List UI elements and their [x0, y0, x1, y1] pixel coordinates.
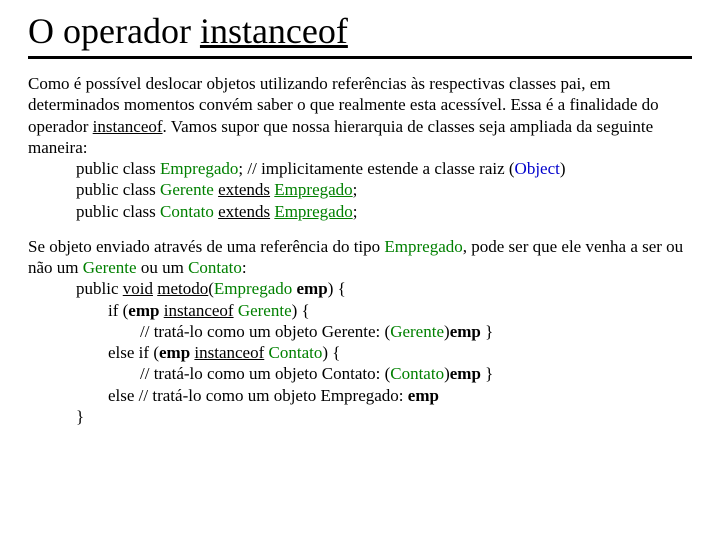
slide-title: O operador instanceof	[28, 10, 692, 59]
class-name: Empregado	[274, 180, 352, 199]
text: }	[481, 364, 493, 383]
text: ) {	[328, 279, 346, 298]
code-line-2: public class Gerente extends Empregado;	[28, 179, 692, 200]
method-line-6: else // tratá-lo como um objeto Empregad…	[28, 385, 692, 406]
class-name: Gerente	[390, 322, 444, 341]
var-emp: emp	[450, 322, 481, 341]
text: public class	[76, 202, 160, 221]
text: else if (	[108, 343, 159, 362]
text: ) {	[292, 301, 310, 320]
var-emp: emp	[297, 279, 328, 298]
slide: O operador instanceof Como é possível de…	[0, 0, 720, 427]
class-name: Gerente	[83, 258, 137, 277]
keyword-instanceof: instanceof	[164, 301, 234, 320]
class-name: Gerente	[160, 180, 214, 199]
class-name: Empregado	[214, 279, 292, 298]
keyword-extends: extends	[218, 202, 270, 221]
method-line-2: if (emp instanceof Gerente) {	[28, 300, 692, 321]
method-name: metodo	[157, 279, 208, 298]
text: ou um	[137, 258, 188, 277]
var-emp: emp	[408, 386, 439, 405]
text: ; // implicitamente estende a classe rai…	[238, 159, 514, 178]
text: ) {	[322, 343, 340, 362]
keyword-extends: extends	[218, 180, 270, 199]
text: if (	[108, 301, 128, 320]
var-emp: emp	[128, 301, 159, 320]
keyword-instanceof: instanceof	[93, 117, 163, 136]
text: :	[242, 258, 247, 277]
paragraph-2: Se objeto enviado através de uma referên…	[28, 236, 692, 279]
class-name: Contato	[269, 343, 323, 362]
keyword-instanceof: instanceof	[194, 343, 264, 362]
class-name: Contato	[160, 202, 214, 221]
class-name: Empregado	[274, 202, 352, 221]
class-name: Empregado	[160, 159, 238, 178]
text: // tratá-lo como um objeto Contato: (	[140, 364, 390, 383]
code-line-3: public class Contato extends Empregado;	[28, 201, 692, 222]
spacer	[28, 222, 692, 236]
text: public	[76, 279, 123, 298]
class-name: Empregado	[384, 237, 462, 256]
method-line-5: // tratá-lo como um objeto Contato: (Con…	[28, 363, 692, 384]
var-emp: emp	[159, 343, 190, 362]
method-line-3: // tratá-lo como um objeto Gerente: (Ger…	[28, 321, 692, 342]
text: )	[560, 159, 566, 178]
var-emp: emp	[450, 364, 481, 383]
slide-body: Como é possível deslocar objetos utiliza…	[28, 73, 692, 427]
code-line-1: public class Empregado; // implicitament…	[28, 158, 692, 179]
method-line-7: }	[28, 406, 692, 427]
text: Se objeto enviado através de uma referên…	[28, 237, 384, 256]
method-line-4: else if (emp instanceof Contato) {	[28, 342, 692, 363]
text: }	[481, 322, 493, 341]
text: // tratá-lo como um objeto Gerente: (	[140, 322, 390, 341]
method-line-1: public void metodo(Empregado emp) {	[28, 278, 692, 299]
keyword-void: void	[123, 279, 153, 298]
class-object: Object	[515, 159, 560, 178]
title-keyword: instanceof	[200, 11, 348, 51]
class-name: Contato	[188, 258, 242, 277]
text: else // tratá-lo como um objeto Empregad…	[108, 386, 408, 405]
text: public class	[76, 159, 160, 178]
text: ;	[353, 202, 358, 221]
class-name: Gerente	[238, 301, 292, 320]
title-text: O operador	[28, 11, 200, 51]
text: public class	[76, 180, 160, 199]
class-name: Contato	[390, 364, 444, 383]
paragraph-1: Como é possível deslocar objetos utiliza…	[28, 73, 692, 158]
text: ;	[353, 180, 358, 199]
